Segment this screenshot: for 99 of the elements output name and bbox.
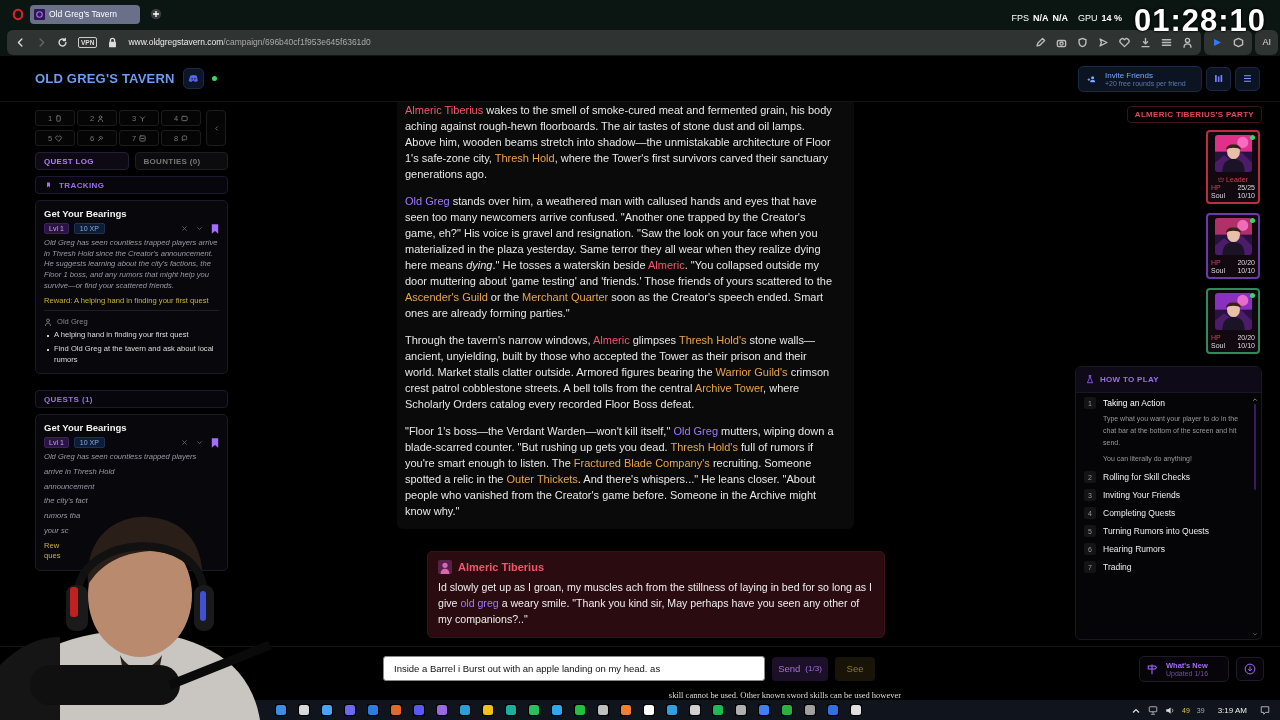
close-icon[interactable]	[181, 439, 188, 447]
stat-value: N/A	[1032, 13, 1049, 23]
app-icon[interactable]	[298, 704, 310, 716]
person-icon	[44, 317, 52, 326]
quest-title: Get Your Bearings	[44, 208, 128, 219]
narration-paragraph: Old Greg stands over him, a weathered man with callused hands and eyes that have seen too many newcomers arrive confused. "Another one trapped by the Creator's game, eh?" His voice is gravel and resignation. "Saw the look on your face when you materialized in the plaza yesterday. Same terror they all wear when they realize dying here means dying." He tosses a waterskin beside Almeric. "You collapsed outside my door muttering about 'game testing' and 'friends.' Those friends of yours scattered to the Ascender's Guild or the Merchant Quarter soon as the Creator's speech ended. Smart ones are already forming parties."	[405, 194, 834, 321]
add-person-icon	[1087, 73, 1097, 84]
menu-icon[interactable]	[1161, 36, 1173, 48]
site-title[interactable]: OLD GREG'S TAVERN	[35, 71, 175, 86]
app-icon[interactable]	[643, 704, 655, 716]
narration-paragraph: "Floor 1's boss—the Verdant Warden—won't kill itself," Old Greg mutters, wiping down a blade-scarred counter. "But rushing up gets you dead. Thresh Hold's full of rumors if you're smart enough to listen. The Fractured Blade Company's recruiting. Someone spotted a relic in the Outer Thickets. And there's whispers..." He leans closer. "About people who vanished from the Creator's game before. Someone in the Archive might know why."	[405, 424, 835, 519]
app-icon[interactable]	[781, 704, 793, 716]
person-icon[interactable]	[1182, 36, 1194, 48]
narration-paragraph: Through the tavern's narrow windows, Almeric glimpses Thresh Hold's stone walls—ancient, unyielding, built by those who accepted the Tower as their prison and their world. Market stalls clatter outside. Armored figures bearing the Warrior Guild's crimson crest patrol cobblestone streets. A bell tolls from the central Archive Tower, where Scholarly Orders catalog every recorded Floor Boss defeat.	[405, 333, 831, 412]
stream-caption: skill cannot be used. Other known sword skills can be used however	[668, 690, 902, 700]
chat-input[interactable]: Inside a Barrel i Burst out with an apple landing on my head. as	[383, 656, 765, 681]
menu-icon	[1242, 73, 1253, 84]
stat-value: 14 %	[1101, 13, 1122, 23]
app-icon[interactable]	[850, 704, 862, 716]
bookmark-icon[interactable]	[211, 437, 219, 448]
chevron-down-icon[interactable]	[196, 225, 203, 232]
narration-paragraph: Almeric Tiberius wakes to the smell of smoke-cured meat and fermented grain, his body aching against rough-hewn floorboards. The air tastes of stone dust and oil lamps. Above him, wooden beams stretch into shadow—the unmistakable architecture of Floor 1's safe-zone city, Thresh Hold, where the Tower's first survivors carved their sanctuary generations ago.	[405, 103, 833, 182]
cube-icon[interactable]	[1233, 36, 1245, 48]
app-icon[interactable]	[390, 704, 402, 716]
signpost-icon	[1146, 662, 1158, 675]
app-icon[interactable]	[712, 704, 724, 716]
reload-icon[interactable]	[57, 36, 68, 48]
notification-icon[interactable]	[1260, 705, 1270, 715]
step-title: Completing Quests	[1103, 508, 1176, 518]
stat-label: FPS	[1011, 13, 1029, 23]
volume-icon[interactable]	[1165, 705, 1176, 715]
app-icon[interactable]	[459, 704, 471, 716]
flask-icon	[1086, 375, 1094, 384]
step-title: Trading	[1103, 562, 1132, 572]
step-title: Rolling for Skill Checks	[1103, 472, 1190, 482]
branch-icon	[139, 114, 147, 122]
sidebar-tab[interactable]: QUEST LOG	[35, 152, 129, 170]
app-icon[interactable]	[666, 704, 678, 716]
quest-title: Get Your Bearings	[44, 422, 128, 434]
browser-logo-icon[interactable]	[12, 7, 24, 21]
square-icon	[139, 134, 147, 142]
app-icon[interactable]	[735, 704, 747, 716]
app-icon[interactable]	[597, 704, 609, 716]
app-icon[interactable]	[551, 704, 563, 716]
step-title: Turning Rumors into Quests	[1103, 526, 1209, 536]
new-tab-icon[interactable]	[150, 8, 162, 20]
panel-title: HOW TO PLAY	[1100, 375, 1159, 384]
stat-label: GPU	[1077, 13, 1098, 23]
app-icon[interactable]	[689, 704, 701, 716]
speech-bubble-icon	[181, 134, 189, 142]
extension-icon[interactable]	[1212, 36, 1224, 48]
message-author: Almeric Tiberius	[458, 561, 544, 573]
app-icon[interactable]	[505, 704, 517, 716]
close-icon[interactable]	[181, 225, 188, 232]
send-button[interactable]: Send (1/3)	[772, 656, 828, 681]
heart-icon[interactable]	[1119, 36, 1131, 48]
edit-icon[interactable]	[1035, 36, 1047, 48]
step-title: Hearing Rumors	[1103, 544, 1165, 554]
chat-icon[interactable]	[182, 68, 204, 89]
send-icon[interactable]	[1098, 36, 1110, 48]
section-title: QUESTS (1)	[44, 394, 93, 404]
step-title: Taking an Action	[1103, 398, 1165, 408]
person-icon	[97, 114, 105, 122]
stats-button[interactable]	[1206, 66, 1231, 91]
browser-tab[interactable]: Old Greg's Tavern	[30, 4, 140, 24]
menu-button[interactable]	[1235, 66, 1260, 91]
sword-icon	[97, 134, 105, 142]
app-icon[interactable]	[528, 704, 540, 716]
network-icon[interactable]	[1148, 705, 1159, 715]
stat-value: N/A	[1052, 13, 1068, 23]
download-icon[interactable]	[1140, 36, 1152, 48]
message-text: Id slowly get up as I groan, my muscles ach from the stillness of laying in bed for so long as I give old greg a weary smile. "Thank you kind sir, May perhaps have you seen any other of my companions?.."	[438, 580, 873, 627]
app-icon[interactable]	[321, 704, 333, 716]
app-icon[interactable]	[482, 704, 494, 716]
arrow-down-circle-icon	[1244, 662, 1256, 675]
scroll-down-button[interactable]	[1236, 656, 1264, 681]
sidebar-tab[interactable]: BOUNTIES (0)	[134, 152, 228, 170]
heart-icon	[55, 134, 63, 142]
chevron-down-icon[interactable]	[196, 439, 203, 447]
app-icon[interactable]	[275, 704, 287, 716]
shield-icon[interactable]	[1077, 36, 1089, 48]
app-icon[interactable]	[804, 704, 816, 716]
phone-icon	[55, 114, 63, 122]
app-icon[interactable]	[574, 704, 586, 716]
bookmark-icon[interactable]	[211, 223, 219, 234]
bars-icon	[1213, 73, 1224, 84]
url-text[interactable]: www.oldgregstavern.com/campaign/696b40cf1f953e645f6361d0	[128, 37, 1026, 47]
section-title: TRACKING	[59, 180, 105, 190]
chevron-left-icon	[212, 124, 220, 132]
card-icon	[181, 114, 189, 122]
app-icon[interactable]	[620, 704, 632, 716]
bookmark-icon	[46, 182, 51, 188]
avatar-icon	[438, 560, 452, 574]
lock-icon	[107, 36, 119, 48]
step-title: Inviting Your Friends	[1103, 490, 1181, 500]
site-icon	[34, 8, 45, 20]
clock[interactable]: 3:19 AM	[1217, 705, 1247, 715]
party-title: ALMERIC TIBERIUS'S PARTY	[1126, 106, 1262, 123]
see-button[interactable]: See	[835, 656, 875, 681]
